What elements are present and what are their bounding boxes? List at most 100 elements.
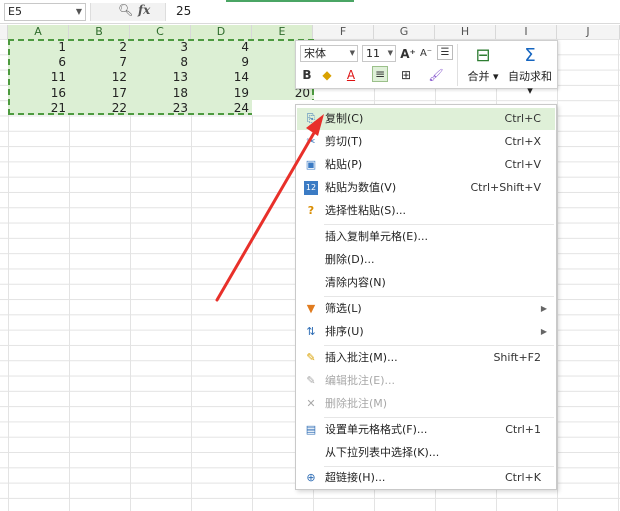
column-header-h[interactable]: H (435, 25, 496, 39)
menu-item-cut[interactable]: ✂ 剪切(T) Ctrl+X (297, 131, 555, 153)
formula-input[interactable]: 25 (176, 4, 191, 18)
menu-item-label: 设置单元格格式(F)... (325, 423, 428, 436)
format-cells-icon: ▤ (305, 423, 317, 436)
cell[interactable]: 14 (191, 70, 252, 85)
menu-item-shortcut: Shift+F2 (493, 351, 541, 364)
menu-item-label: 选择性粘贴(S)... (325, 204, 407, 217)
shrink-font-button[interactable]: A⁻ (418, 45, 434, 63)
ribbon-accent (226, 0, 354, 2)
menu-item-label: 删除(D)... (325, 253, 375, 266)
align-center-icon[interactable]: ≡ (372, 66, 388, 82)
menu-item-hyperlink[interactable]: ⊕ 超链接(H)... Ctrl+K (297, 467, 555, 489)
mini-toolbar: 宋体 ▼ 11 ▼ A⁺ A⁻ ☰ B ◆ A ≡ ⊞ 🖌︎ ⊟ 合并 ▾ Σ … (295, 40, 558, 97)
column-header-c[interactable]: C (130, 25, 191, 39)
column-header-b[interactable]: B (69, 25, 130, 39)
menu-item-paste[interactable]: ▣ 粘贴(P) Ctrl+V (297, 154, 555, 176)
menu-item-insert-copied[interactable]: 插入复制单元格(E)... (297, 226, 555, 248)
wrap-icon[interactable]: ☰ (437, 45, 453, 60)
column-header-d[interactable]: D (191, 25, 252, 39)
column-header-j[interactable]: J (557, 25, 620, 39)
menu-item-paste-special[interactable]: ? 选择性粘贴(S)... (297, 200, 555, 222)
menu-item-shortcut: Ctrl+K (504, 471, 541, 484)
cell[interactable]: 21 (8, 101, 69, 116)
menu-item-shortcut: Ctrl+1 (505, 423, 541, 436)
borders-icon[interactable]: ⊞ (398, 66, 414, 84)
autosum-button[interactable]: Σ 自动求和 ▾ (504, 44, 556, 97)
menu-divider (324, 296, 554, 297)
menu-item-delete-comment: ✕ 删除批注(M) (297, 393, 555, 415)
chevron-right-icon: ▶ (540, 327, 547, 336)
merge-icon: ⊟ (475, 45, 491, 66)
format-painter-icon[interactable]: 🖌︎ (428, 66, 444, 84)
menu-item-label: 插入复制单元格(E)... (325, 230, 429, 243)
menu-item-label: 删除批注(M) (325, 397, 388, 410)
cell[interactable]: 6 (8, 55, 69, 70)
chevron-down-icon: ▼ (349, 49, 355, 57)
cell[interactable]: 3 (130, 40, 191, 55)
menu-item-pick-from-list[interactable]: 从下拉列表中选择(K)... (297, 442, 555, 464)
copy-icon: ⎘ (306, 112, 316, 125)
cell[interactable]: 9 (191, 55, 252, 70)
cell[interactable]: 17 (69, 86, 130, 101)
cell[interactable]: 4 (191, 40, 252, 55)
menu-item-paste-values[interactable]: 12 粘贴为数值(V) Ctrl+Shift+V (297, 177, 555, 199)
column-header-f[interactable]: F (313, 25, 374, 39)
menu-item-insert-comment[interactable]: ✎ 插入批注(M)... Shift+F2 (297, 347, 555, 369)
menu-item-shortcut: Ctrl+V (504, 158, 541, 171)
select-all-corner[interactable] (0, 25, 8, 39)
menu-item-label: 粘贴(P) (325, 158, 363, 171)
cell[interactable]: 1 (8, 40, 69, 55)
menu-item-copy[interactable]: ⎘ 复制(C) Ctrl+C (297, 108, 555, 130)
cell[interactable]: 12 (69, 70, 130, 85)
font-size-select[interactable]: 11 ▼ (362, 45, 396, 62)
menu-divider (324, 345, 554, 346)
chevron-down-icon[interactable]: ▼ (76, 4, 82, 20)
column-header-i[interactable]: I (496, 25, 557, 39)
cell[interactable]: 8 (130, 55, 191, 70)
menu-item-filter[interactable]: ▼ 筛选(L) ▶ (297, 298, 555, 320)
toolbar-divider (457, 44, 458, 86)
name-box[interactable]: E5 ▼ (4, 3, 86, 21)
menu-item-shortcut: Ctrl+C (504, 112, 541, 125)
merge-button[interactable]: ⊟ 合并 ▾ (460, 44, 506, 86)
menu-item-label: 从下拉列表中选择(K)... (325, 446, 440, 459)
menu-item-label: 排序(U) (325, 325, 364, 338)
column-header-g[interactable]: G (374, 25, 435, 39)
cell[interactable]: 2 (69, 40, 130, 55)
cell[interactable]: 19 (191, 86, 252, 101)
bold-button[interactable]: B (300, 66, 314, 84)
menu-item-sort[interactable]: ⇅ 排序(U) ▶ (297, 321, 555, 343)
menu-item-label: 复制(C) (325, 112, 364, 125)
cell[interactable]: 11 (8, 70, 69, 85)
menu-item-clear[interactable]: 清除内容(N) (297, 272, 555, 294)
grow-font-button[interactable]: A⁺ (400, 45, 416, 63)
cell[interactable]: 24 (191, 101, 252, 116)
paste-icon: ▣ (305, 158, 317, 171)
magnifier-icon[interactable]: 🔍︎ (118, 3, 133, 17)
delete-comment-icon: ✕ (306, 397, 316, 410)
menu-item-label: 剪切(T) (325, 135, 363, 148)
context-menu: ⎘ 复制(C) Ctrl+C ✂ 剪切(T) Ctrl+X ▣ 粘贴(P) Ct… (295, 104, 557, 490)
menu-item-label: 插入批注(M)... (325, 351, 398, 364)
hyperlink-icon: ⊕ (306, 471, 316, 484)
cell[interactable]: 16 (8, 86, 69, 101)
column-header-a[interactable]: A (8, 25, 69, 39)
font-color-button[interactable]: A (344, 66, 358, 84)
menu-item-delete[interactable]: 删除(D)... (297, 249, 555, 271)
column-header-e[interactable]: E (252, 25, 313, 39)
autosum-label: 自动求和 (508, 70, 552, 83)
menu-item-label: 筛选(L) (325, 302, 362, 315)
font-size-value: 11 (366, 47, 380, 60)
cell[interactable]: 18 (130, 86, 191, 101)
fill-color-icon[interactable]: ◆ (318, 66, 336, 84)
sort-icon: ⇅ (306, 325, 316, 338)
menu-item-format-cells[interactable]: ▤ 设置单元格格式(F)... Ctrl+1 (297, 419, 555, 441)
fx-icon[interactable]: fx (138, 3, 150, 17)
cell[interactable]: 22 (69, 101, 130, 116)
cell[interactable]: 13 (130, 70, 191, 85)
cell[interactable]: 7 (69, 55, 130, 70)
menu-item-label: 超链接(H)... (325, 471, 386, 484)
name-box-value: E5 (8, 5, 22, 18)
font-family-select[interactable]: 宋体 ▼ (300, 45, 358, 62)
cell[interactable]: 23 (130, 101, 191, 116)
